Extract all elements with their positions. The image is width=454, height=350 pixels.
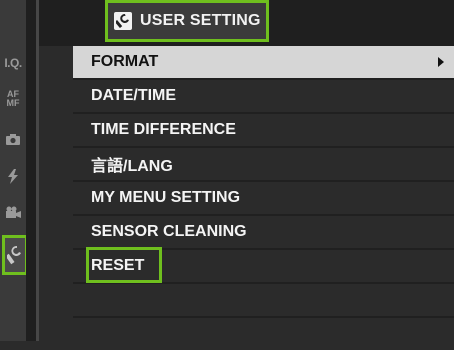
menu-item-my-menu-setting[interactable]: MY MENU SETTING [73, 182, 454, 216]
menu-item-empty [73, 318, 454, 350]
reset-highlight-box [86, 247, 162, 283]
movie-camera-icon [6, 206, 21, 218]
sidebar-divider-line [36, 0, 39, 341]
menu-item-label: 言語/LANG [91, 158, 173, 175]
tab-mf-label: MF [6, 98, 20, 108]
menu-item-label: TIME DIFFERENCE [91, 121, 236, 138]
tab-iq-label: I.Q. [4, 56, 22, 70]
tab-movie[interactable] [0, 197, 26, 227]
tab-flash[interactable] [0, 161, 26, 191]
menu-item-label: SENSOR CLEANING [91, 223, 247, 240]
tab-af-mf[interactable]: AF MF [0, 84, 26, 114]
sidebar-divider [26, 0, 36, 341]
tab-image-quality[interactable]: I.Q. [0, 48, 26, 78]
wrench-icon [114, 12, 132, 30]
menu-item-format[interactable]: FORMAT [73, 46, 454, 80]
page-title: USER SETTING [140, 12, 261, 29]
menu-item-label: DATE/TIME [91, 87, 177, 104]
menu-item-date-time[interactable]: DATE/TIME [73, 80, 454, 114]
menu-item-label: MY MENU SETTING [91, 189, 241, 206]
menu-item-time-difference[interactable]: TIME DIFFERENCE [73, 114, 454, 148]
menu-header: USER SETTING [39, 0, 454, 46]
menu-item-label: FORMAT [91, 53, 159, 70]
menu-item-language[interactable]: 言語/LANG [73, 148, 454, 182]
header-title-box: USER SETTING [105, 0, 269, 42]
tab-user-setting[interactable] [2, 235, 28, 275]
menu-item-empty [73, 284, 454, 318]
menu-tab-strip: I.Q. AF MF [0, 0, 28, 341]
menu-item-sensor-cleaning[interactable]: SENSOR CLEANING [73, 216, 454, 250]
chevron-right-icon [438, 57, 444, 67]
wrench-icon [7, 245, 21, 265]
flash-icon [8, 168, 18, 184]
tab-shooting[interactable] [0, 124, 26, 154]
camera-icon [6, 133, 20, 145]
